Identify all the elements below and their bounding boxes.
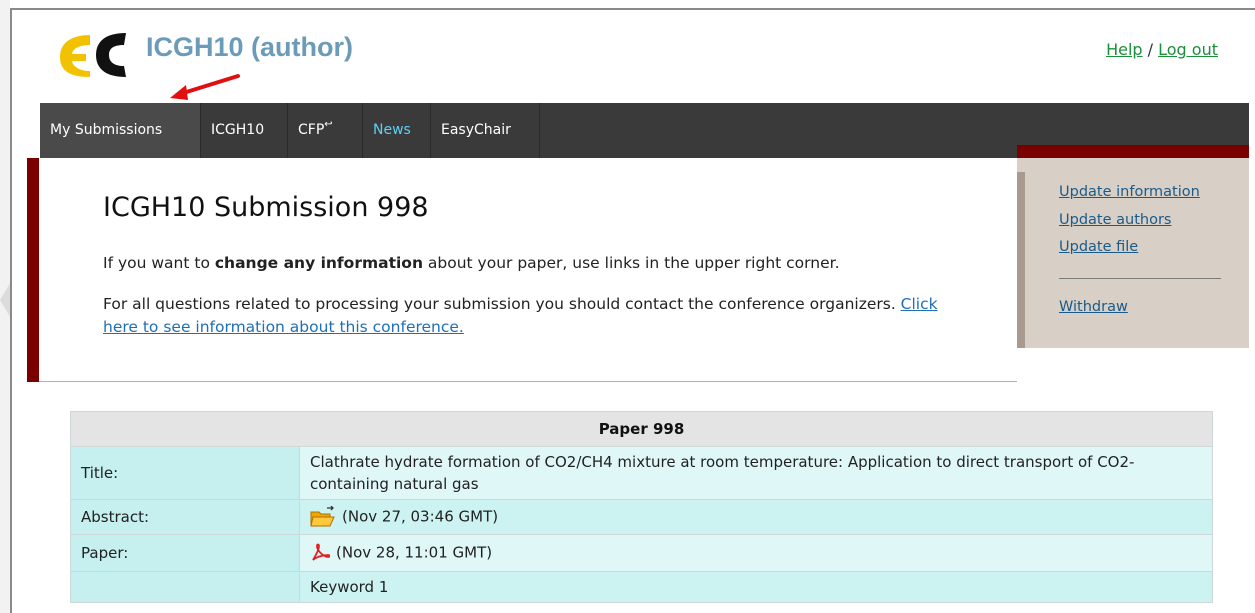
- abstract-value: (Nov 27, 03:46 GMT): [299, 499, 1213, 535]
- link-separator: /: [1147, 40, 1154, 59]
- table-header: Paper 998: [70, 411, 1213, 447]
- row-label: Abstract:: [70, 499, 300, 535]
- nav-label: EasyChair: [441, 122, 511, 138]
- panel-accent-top: [1017, 145, 1249, 158]
- nav-label: News: [373, 122, 411, 138]
- update-authors-link[interactable]: Update authors: [1059, 212, 1171, 228]
- info-paragraph: If you want to change any information ab…: [103, 254, 840, 272]
- row-label: Paper:: [70, 534, 300, 572]
- nav-easychair[interactable]: EasyChair: [431, 103, 540, 158]
- table-row-abstract: Abstract: (Nov 27, 03:46 GMT): [70, 499, 1213, 535]
- folder-icon[interactable]: [310, 506, 336, 528]
- pdf-icon[interactable]: [310, 543, 330, 563]
- nav-label: ICGH10: [211, 122, 265, 138]
- paper-date: (Nov 28, 11:01 GMT): [336, 543, 493, 562]
- section-divider: [39, 381, 1017, 382]
- contact-text: For all questions related to processing …: [103, 295, 901, 313]
- panel-accent-left: [1017, 172, 1025, 348]
- main-accent-bar: [27, 158, 39, 382]
- frame-border-top: [10, 8, 1255, 10]
- nav-label: My Submissions: [50, 122, 163, 138]
- page-title: ICGH10 Submission 998: [103, 192, 429, 223]
- help-link[interactable]: Help: [1106, 40, 1142, 59]
- row-label: [70, 571, 300, 603]
- keyword-value: Keyword 1: [299, 571, 1213, 603]
- table-row-title: Title: Clathrate hydrate formation of CO…: [70, 446, 1213, 500]
- contact-paragraph: For all questions related to processing …: [103, 293, 963, 339]
- window-frame: [0, 0, 10, 613]
- nav-icgh10[interactable]: ICGH10: [201, 103, 288, 158]
- nav-cfp[interactable]: CFP↩: [288, 103, 363, 158]
- row-label: Title:: [70, 446, 300, 500]
- info-text-start: If you want to: [103, 254, 215, 272]
- logout-link[interactable]: Log out: [1158, 40, 1218, 59]
- return-arrow-icon: ↩: [324, 119, 333, 130]
- update-file-link[interactable]: Update file: [1059, 239, 1138, 255]
- info-text-end: about your paper, use links in the upper…: [422, 254, 840, 272]
- easychair-logo: [60, 33, 126, 77]
- info-text-bold: change any information: [214, 254, 423, 272]
- paper-details-table: Paper 998 Title: Clathrate hydrate forma…: [70, 411, 1213, 603]
- panel-divider: [1059, 278, 1221, 279]
- red-arrow-annotation: [170, 74, 240, 100]
- paper-title-value: Clathrate hydrate formation of CO2/CH4 m…: [299, 446, 1213, 500]
- app-title: ICGH10 (author): [146, 32, 354, 62]
- table-row-paper: Paper: (Nov 28, 11:01 GMT): [70, 534, 1213, 572]
- nav-label: CFP: [298, 122, 325, 138]
- nav-my-submissions[interactable]: My Submissions: [40, 103, 201, 158]
- nav-news[interactable]: News: [363, 103, 431, 158]
- table-header-row: Paper 998: [70, 411, 1213, 447]
- paper-value: (Nov 28, 11:01 GMT): [299, 534, 1213, 572]
- withdraw-link[interactable]: Withdraw: [1059, 299, 1128, 315]
- abstract-date: (Nov 27, 03:46 GMT): [342, 507, 499, 526]
- frame-border-left: [10, 8, 12, 613]
- table-row-keywords: Keyword 1: [70, 571, 1213, 603]
- update-information-link[interactable]: Update information: [1059, 184, 1200, 200]
- top-links: Help / Log out: [1106, 40, 1218, 59]
